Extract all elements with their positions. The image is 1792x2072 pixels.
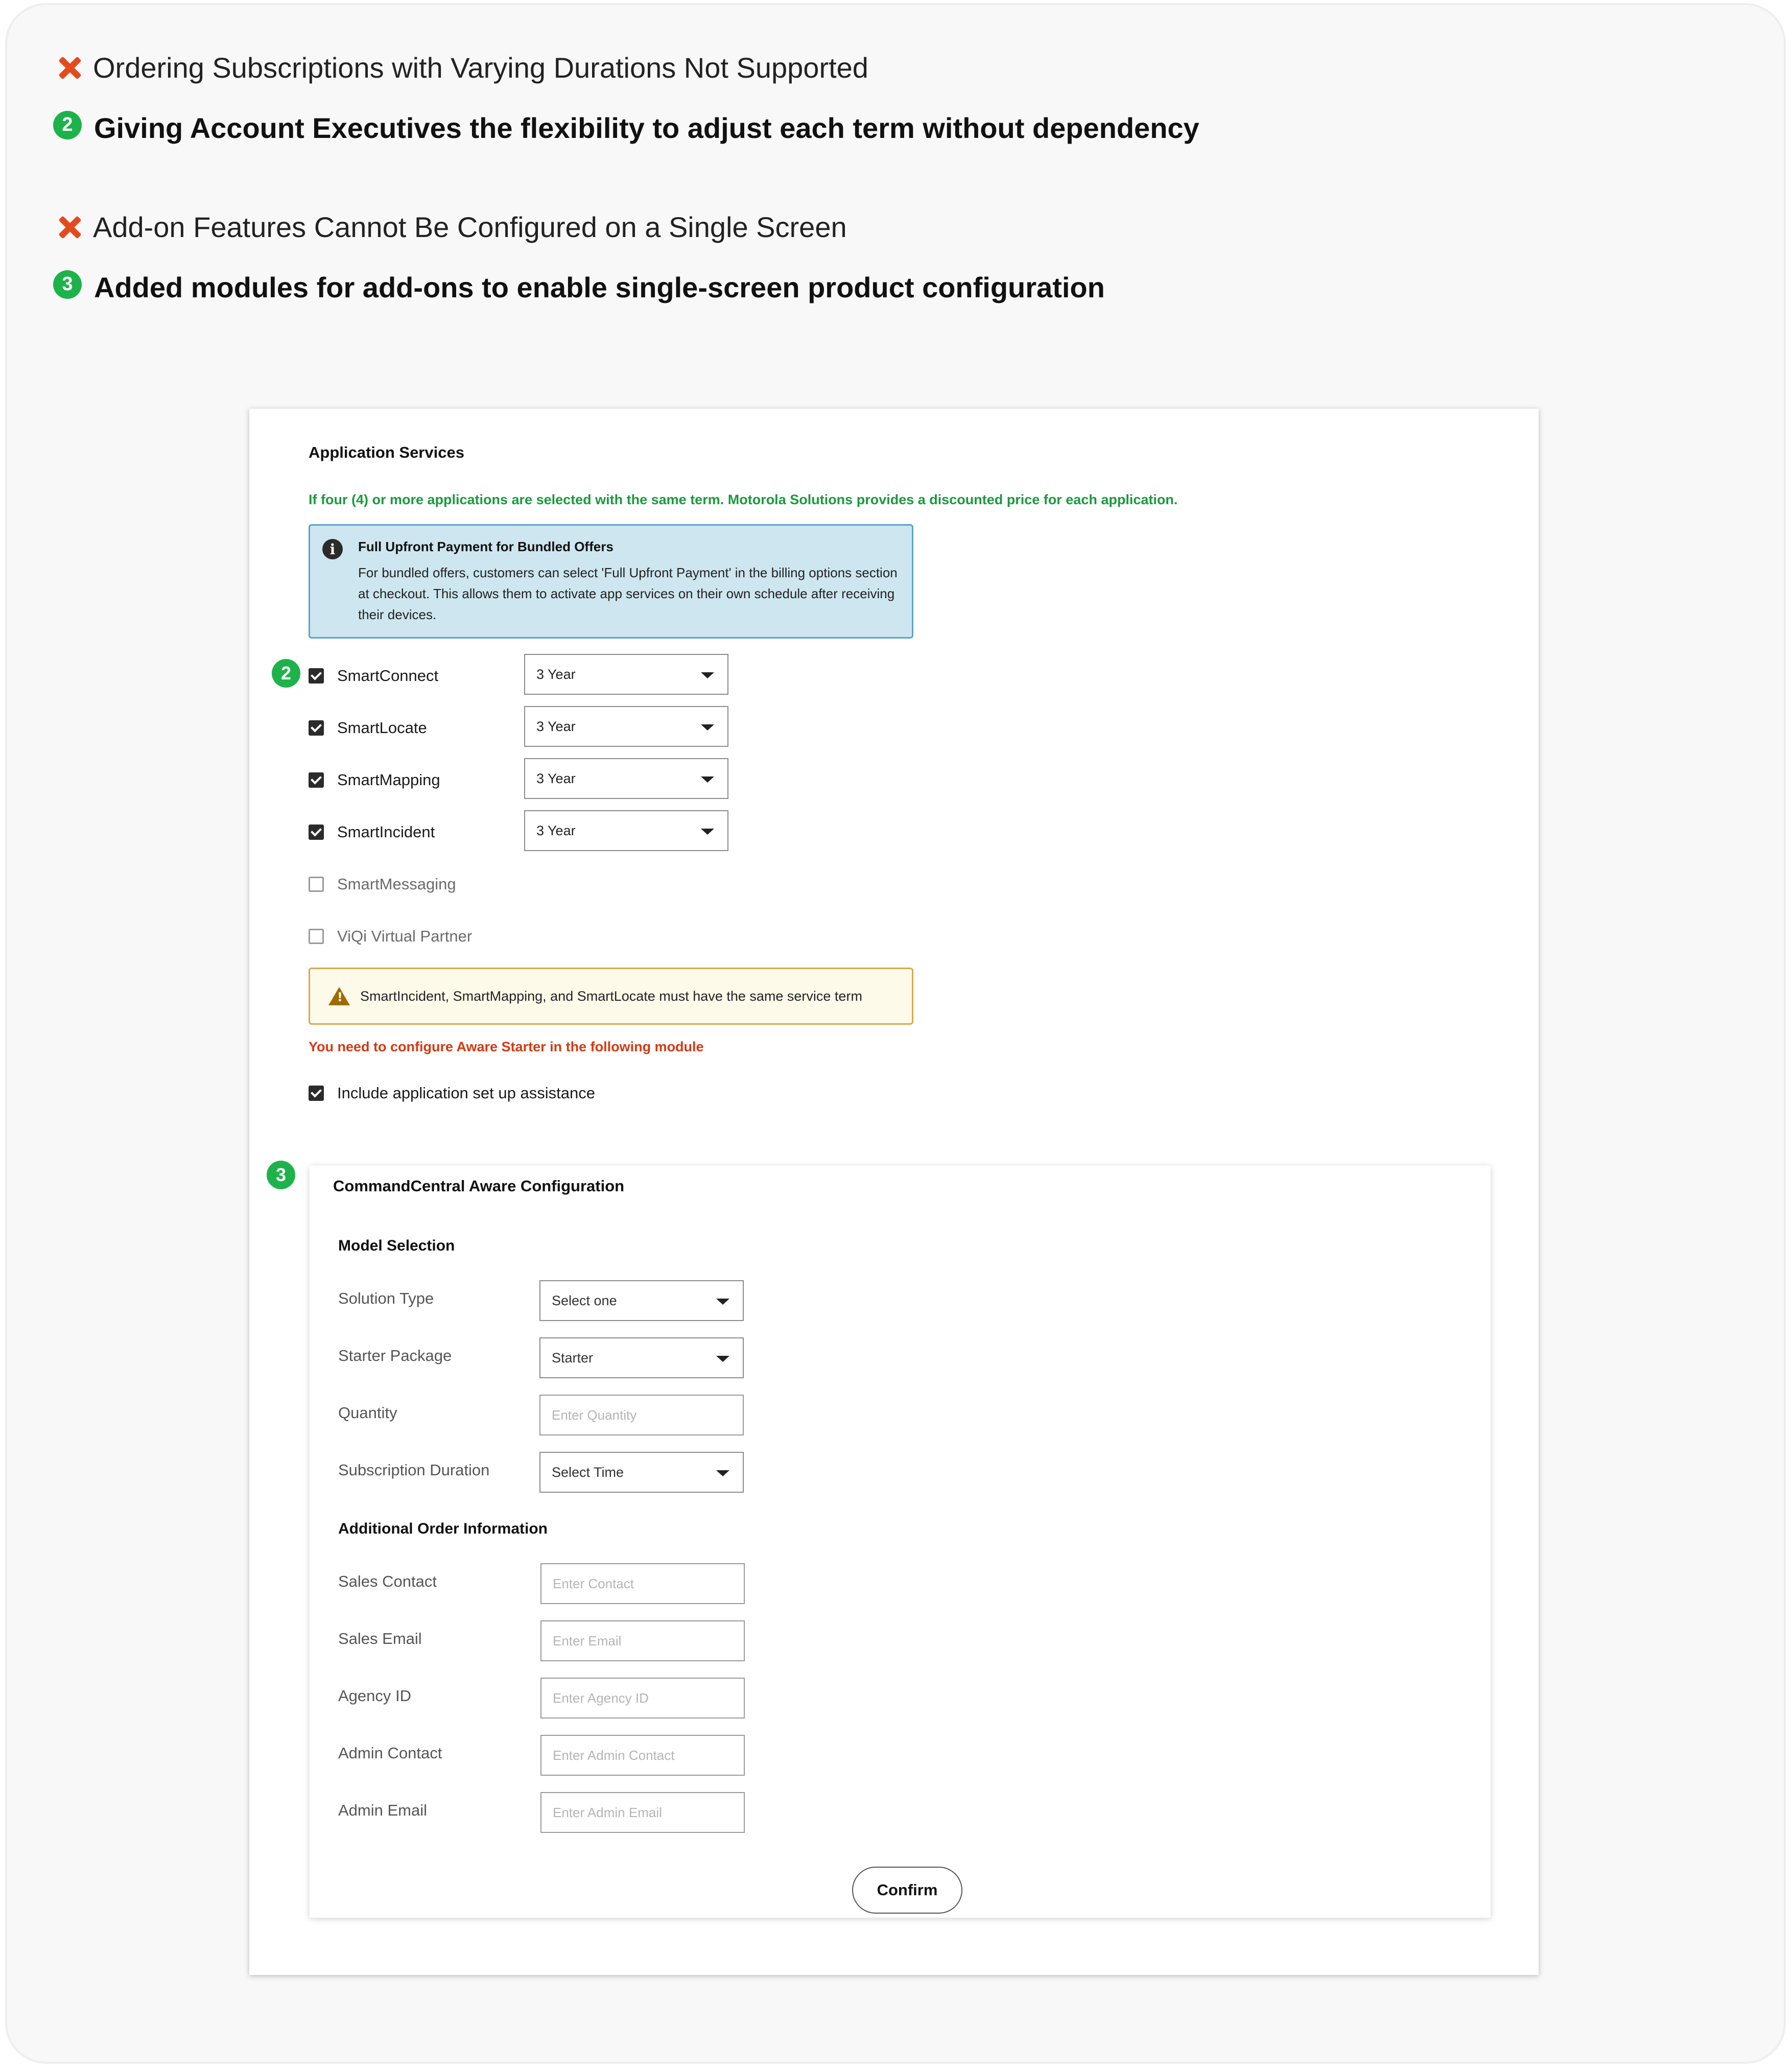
input-placeholder: Enter Quantity bbox=[552, 1407, 637, 1423]
input-placeholder: Enter Email bbox=[553, 1633, 622, 1649]
field-label: Agency ID bbox=[338, 1687, 412, 1705]
field-label: Admin Contact bbox=[338, 1744, 442, 1762]
input-placeholder: Enter Admin Contact bbox=[553, 1747, 675, 1763]
section-title: Application Services bbox=[309, 443, 464, 461]
problem-note-addons: Add-on Features Cannot Be Configured on … bbox=[53, 210, 847, 244]
checkbox-checked[interactable] bbox=[309, 720, 324, 736]
input-placeholder: Enter Contact bbox=[553, 1575, 634, 1591]
step-badge-3: 3 bbox=[53, 270, 82, 299]
agency-id-input[interactable]: Enter Agency ID bbox=[540, 1678, 745, 1718]
checkbox-unchecked[interactable] bbox=[309, 929, 324, 944]
checkbox-checked[interactable] bbox=[309, 772, 324, 788]
problem-text: Ordering Subscriptions with Varying Dura… bbox=[93, 52, 868, 84]
quantity-input[interactable]: Enter Quantity bbox=[539, 1395, 744, 1435]
field-label: Admin Email bbox=[338, 1801, 427, 1819]
confirm-button[interactable]: Confirm bbox=[852, 1867, 962, 1914]
setup-assistance-row[interactable]: Include application set up assistance bbox=[309, 1084, 595, 1102]
select-value: Starter bbox=[552, 1350, 594, 1365]
discount-note: If four (4) or more applications are sel… bbox=[309, 492, 1178, 507]
select-value: 3 Year bbox=[536, 666, 576, 682]
app-row-smartmapping[interactable]: SmartMapping bbox=[309, 771, 440, 789]
additional-info-heading: Additional Order Information bbox=[338, 1520, 548, 1537]
info-body: For bundled offers, customers can select… bbox=[358, 565, 898, 622]
input-placeholder: Enter Admin Email bbox=[553, 1804, 662, 1820]
app-label: ViQi Virtual Partner bbox=[337, 927, 473, 945]
chevron-down-icon bbox=[716, 1356, 729, 1362]
aware-configuration-card: CommandCentral Aware Configuration Model… bbox=[310, 1166, 1491, 1918]
info-alert: i Full Upfront Payment for Bundled Offer… bbox=[309, 524, 913, 639]
card-title: CommandCentral Aware Configuration bbox=[333, 1177, 625, 1195]
solution-note-terms: 2 Giving Account Executives the flexibil… bbox=[53, 110, 1199, 145]
chevron-down-icon bbox=[701, 672, 714, 678]
app-label: SmartMessaging bbox=[337, 875, 456, 893]
app-row-smartmessaging[interactable]: SmartMessaging bbox=[309, 875, 456, 893]
app-row-smartconnect[interactable]: SmartConnect bbox=[309, 667, 438, 685]
app-label: SmartConnect bbox=[337, 667, 439, 685]
error-note: You need to configure Aware Starter in t… bbox=[309, 1039, 704, 1054]
app-label: SmartIncident bbox=[337, 823, 435, 841]
solution-note-modules: 3 Added modules for add-ons to enable si… bbox=[53, 270, 1105, 304]
app-label: SmartMapping bbox=[337, 771, 440, 789]
term-select-smartlocate[interactable]: 3 Year bbox=[524, 706, 728, 747]
chevron-down-icon bbox=[701, 724, 714, 731]
admin-contact-input[interactable]: Enter Admin Contact bbox=[540, 1735, 745, 1776]
model-selection-heading: Model Selection bbox=[338, 1237, 455, 1254]
info-icon: i bbox=[322, 539, 343, 559]
app-row-smartincident[interactable]: SmartIncident bbox=[309, 823, 435, 841]
solution-text: Added modules for add-ons to enable sing… bbox=[94, 271, 1105, 303]
input-placeholder: Enter Agency ID bbox=[553, 1690, 649, 1706]
field-label: Sales Email bbox=[338, 1630, 422, 1647]
checkbox-checked[interactable] bbox=[309, 1086, 324, 1101]
sales-contact-input[interactable]: Enter Contact bbox=[540, 1563, 745, 1604]
select-value: Select Time bbox=[552, 1464, 624, 1480]
problem-text: Add-on Features Cannot Be Configured on … bbox=[93, 211, 847, 243]
warning-alert: ! SmartIncident, SmartMapping, and Smart… bbox=[309, 968, 913, 1025]
setup-assistance-label: Include application set up assistance bbox=[337, 1084, 595, 1102]
field-label: Solution Type bbox=[338, 1289, 434, 1307]
warning-text: SmartIncident, SmartMapping, and SmartLo… bbox=[360, 988, 862, 1004]
solution-type-select[interactable]: Select one bbox=[539, 1280, 744, 1321]
red-x-icon bbox=[53, 53, 84, 83]
warning-icon: ! bbox=[328, 987, 350, 1005]
problem-note-durations: Ordering Subscriptions with Varying Dura… bbox=[53, 51, 868, 84]
step-badge-2: 2 bbox=[272, 659, 300, 688]
field-label: Starter Package bbox=[338, 1347, 452, 1364]
application-services-panel: Application Services If four (4) or more… bbox=[249, 409, 1539, 1975]
select-value: 3 Year bbox=[536, 718, 576, 734]
chevron-down-icon bbox=[701, 829, 714, 835]
chevron-down-icon bbox=[716, 1299, 729, 1305]
select-value: 3 Year bbox=[536, 822, 576, 838]
step-badge-2: 2 bbox=[53, 110, 82, 139]
term-select-smartmapping[interactable]: 3 Year bbox=[524, 758, 728, 799]
chevron-down-icon bbox=[716, 1470, 729, 1476]
app-label: SmartLocate bbox=[337, 719, 427, 737]
subscription-duration-select[interactable]: Select Time bbox=[539, 1452, 744, 1493]
field-label: Subscription Duration bbox=[338, 1461, 490, 1479]
info-title: Full Upfront Payment for Bundled Offers bbox=[358, 539, 614, 554]
field-label: Sales Contact bbox=[338, 1572, 437, 1590]
checkbox-unchecked[interactable] bbox=[309, 877, 324, 892]
step-badge-3: 3 bbox=[267, 1161, 295, 1189]
red-x-icon bbox=[53, 212, 84, 243]
app-row-smartlocate[interactable]: SmartLocate bbox=[309, 719, 427, 737]
chevron-down-icon bbox=[701, 776, 714, 783]
solution-text: Giving Account Executives the flexibilit… bbox=[94, 112, 1199, 144]
select-value: Select one bbox=[552, 1292, 617, 1308]
term-select-smartconnect[interactable]: 3 Year bbox=[524, 654, 728, 695]
term-select-smartincident[interactable]: 3 Year bbox=[524, 810, 728, 851]
select-value: 3 Year bbox=[536, 770, 576, 786]
field-label: Quantity bbox=[338, 1404, 397, 1422]
starter-package-select[interactable]: Starter bbox=[539, 1337, 744, 1378]
admin-email-input[interactable]: Enter Admin Email bbox=[540, 1792, 745, 1833]
app-row-viqi[interactable]: ViQi Virtual Partner bbox=[309, 927, 472, 946]
checkbox-checked[interactable] bbox=[309, 668, 324, 684]
sales-email-input[interactable]: Enter Email bbox=[540, 1620, 745, 1661]
checkbox-checked[interactable] bbox=[309, 825, 324, 840]
